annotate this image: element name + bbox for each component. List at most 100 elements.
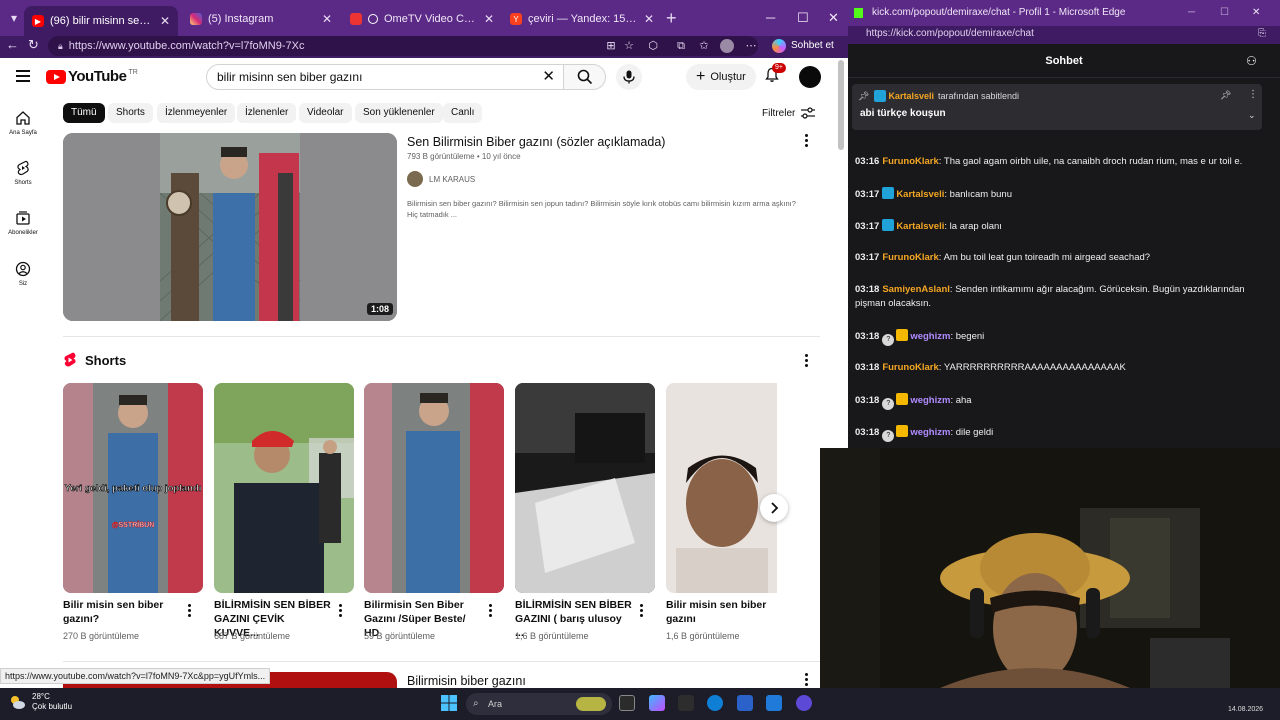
back-icon[interactable]: ←: [6, 37, 19, 52]
short-more-icon[interactable]: [489, 604, 493, 619]
tab-ometv[interactable]: OmeTV Video Chat — Omegl ✕: [342, 6, 502, 32]
tab-youtube[interactable]: ▶ (96) bilir misinn sen biber gazını ✕: [24, 6, 178, 36]
maximize-icon[interactable]: ☐: [797, 8, 809, 28]
read-aloud-icon[interactable]: ⎘: [1258, 26, 1266, 42]
close-tab-icon[interactable]: ✕: [484, 12, 494, 26]
message-username[interactable]: SamiyenAslanl: [882, 284, 950, 295]
short-card-thumbnail[interactable]: [666, 383, 777, 593]
pinned-by-user[interactable]: Kartalsveli: [888, 91, 934, 101]
search-input[interactable]: bilir misinn sen biber gazını ✕: [206, 64, 564, 90]
short-title[interactable]: Bilir misin sen biber gazını: [666, 598, 784, 626]
chip-shorts[interactable]: Shorts: [108, 103, 153, 123]
guide-item-you[interactable]: Siz: [0, 261, 46, 287]
message-username[interactable]: weghizm: [910, 427, 950, 438]
video-title[interactable]: Sen Bilirmisin Biber gazını (sözler açık…: [407, 135, 665, 149]
weather-temperature: 28°C: [32, 692, 50, 701]
chevron-down-icon[interactable]: ⌄: [1248, 110, 1256, 121]
message-username[interactable]: weghizm: [910, 395, 950, 406]
pinned-more-icon[interactable]: ⋮: [1248, 89, 1258, 100]
video-title[interactable]: Bilirmisin biber gazını: [407, 674, 526, 688]
message-username[interactable]: Kartalsveli: [896, 189, 944, 200]
close-tab-icon[interactable]: ✕: [322, 12, 332, 26]
create-button[interactable]: + Oluştur: [686, 64, 756, 90]
favorites-icon[interactable]: ✩: [697, 39, 711, 53]
channel-link[interactable]: LM KARAUS: [407, 171, 475, 187]
message-username[interactable]: FurunoKlark: [882, 252, 938, 263]
short-more-icon[interactable]: [188, 604, 192, 619]
short-more-icon[interactable]: [339, 604, 343, 619]
copilot-app-icon[interactable]: [649, 695, 665, 711]
menu-icon[interactable]: [16, 70, 30, 82]
split-screen-icon[interactable]: ⧉: [674, 39, 688, 53]
short-thumbnail-image: Yeri geldi, paketi olup joplandı @SSTRİB…: [63, 383, 203, 593]
message-username[interactable]: FurunoKlark: [882, 156, 938, 167]
profile-icon[interactable]: [720, 39, 734, 53]
voice-search-button[interactable]: [616, 64, 642, 90]
message-username[interactable]: weghizm: [910, 331, 950, 342]
message-username[interactable]: Kartalsveli: [896, 221, 944, 232]
guide-item-shorts[interactable]: Shorts: [0, 160, 46, 186]
search-button[interactable]: [564, 64, 606, 90]
task-view-icon[interactable]: [619, 695, 635, 711]
weather-widget[interactable]: 28°C Çok bulutlu: [8, 692, 72, 712]
page-scrollbar[interactable]: [838, 60, 844, 150]
short-card-thumbnail[interactable]: Yeri geldi, paketi olup joplandı @SSTRİB…: [63, 383, 203, 593]
user-settings-icon[interactable]: ⚇: [1246, 44, 1257, 78]
site-info-icon[interactable]: 🔒︎: [58, 41, 63, 51]
short-card-thumbnail[interactable]: [515, 383, 655, 593]
shorts-heading-label: Shorts: [85, 352, 127, 368]
chip-all[interactable]: Tümü: [63, 103, 105, 123]
popout-url-bar[interactable]: https://kick.com/popout/demiraxe/chat ⎘: [848, 26, 1280, 44]
video-more-icon[interactable]: [805, 673, 809, 688]
taskbar-search-input[interactable]: ⌕ Ara: [466, 693, 612, 715]
short-card-thumbnail[interactable]: [364, 383, 504, 593]
ometv-icon: [350, 13, 362, 25]
app-icon[interactable]: [766, 695, 782, 711]
shelf-next-button[interactable]: [760, 494, 788, 522]
video-thumbnail[interactable]: 1:08: [63, 133, 397, 321]
pinned-message[interactable]: 📌︎ Kartalsveli tarafından sabitlendi 📌︎ …: [852, 84, 1262, 130]
filters-button[interactable]: Filtreler: [762, 107, 816, 119]
short-title[interactable]: Bilir misin sen biber gazını?: [63, 598, 181, 626]
chip-live[interactable]: Canlı: [443, 103, 483, 123]
chip-unwatched[interactable]: İzlenmeyenler: [157, 103, 236, 123]
video-more-icon[interactable]: [805, 134, 809, 149]
youtube-logo[interactable]: YouTube TR: [46, 68, 138, 85]
app-available-icon[interactable]: ⊞: [604, 39, 618, 53]
close-window-icon[interactable]: ✕: [1252, 0, 1260, 26]
guide-item-subscriptions[interactable]: Abonelikler: [0, 210, 46, 236]
minimize-icon[interactable]: ─: [766, 8, 775, 28]
tab-instagram[interactable]: (5) Instagram ✕: [182, 6, 340, 32]
favorite-star-icon[interactable]: ☆: [622, 39, 636, 53]
short-card-thumbnail[interactable]: [214, 383, 354, 593]
windows-start-icon[interactable]: [441, 695, 457, 711]
unpin-icon[interactable]: 📌︎: [1220, 90, 1231, 101]
clear-search-icon[interactable]: ✕: [542, 65, 555, 89]
close-tab-icon[interactable]: ✕: [644, 12, 654, 26]
extensions-icon[interactable]: ⬡: [646, 39, 660, 53]
short-more-icon[interactable]: [640, 604, 644, 619]
maximize-icon[interactable]: ☐: [1220, 0, 1229, 26]
close-tab-icon[interactable]: ✕: [160, 14, 170, 28]
avatar[interactable]: [799, 66, 821, 88]
guide-item-home[interactable]: Ana Sayfa: [0, 110, 46, 136]
new-tab-button[interactable]: +: [666, 8, 677, 28]
store-app-icon[interactable]: [737, 695, 753, 711]
edge-app-icon[interactable]: [707, 695, 723, 711]
shelf-more-icon[interactable]: [805, 354, 809, 369]
refresh-icon[interactable]: ↻: [28, 37, 39, 53]
more-menu-icon[interactable]: ⋯: [744, 39, 758, 53]
tab-yandex[interactable]: Y çeviri — Yandex: 159 bin sonuç bu ✕: [502, 6, 662, 32]
chip-videos[interactable]: Videolar: [299, 103, 352, 123]
message-username[interactable]: FurunoKlark: [882, 362, 938, 373]
close-window-icon[interactable]: ✕: [828, 8, 839, 28]
nvidia-app-icon[interactable]: [678, 695, 694, 711]
chip-watched[interactable]: İzlenenler: [237, 103, 297, 123]
copilot-chat-button[interactable]: Sohbet et: [766, 37, 840, 55]
tab-actions-icon[interactable]: ▾: [4, 8, 24, 28]
notifications-button[interactable]: 9+: [764, 63, 786, 85]
minimize-icon[interactable]: ─: [1188, 0, 1195, 26]
tab-label: (96) bilir misinn sen biber gazını: [50, 15, 154, 27]
app-icon[interactable]: [796, 695, 812, 711]
chip-recent[interactable]: Son yüklenenler: [355, 103, 443, 123]
